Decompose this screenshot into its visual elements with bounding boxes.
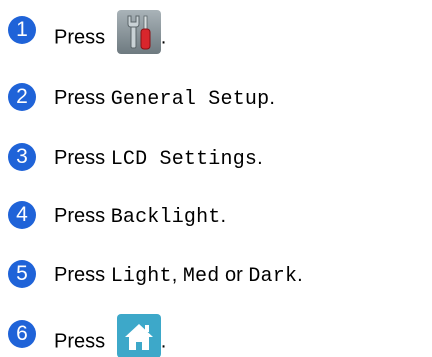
step-number-1: 1	[8, 16, 36, 44]
press-label: Press	[54, 264, 106, 286]
step-6-text: Press .	[54, 314, 166, 357]
step-6: 6 Press .	[0, 314, 432, 357]
step-5-text: Press Light, Med or Dark.	[54, 264, 303, 288]
step-number-4: 4	[8, 201, 36, 229]
step-3: 3 Press LCD Settings.	[0, 143, 432, 183]
home-icon[interactable]	[116, 314, 161, 357]
backlight-button-text[interactable]: Backlight	[111, 206, 221, 229]
step-2: 2 Press General Setup.	[0, 83, 432, 123]
step-number-2: 2	[8, 83, 36, 111]
step-4: 4 Press Backlight.	[0, 201, 432, 241]
tools-icon[interactable]	[116, 10, 161, 54]
med-option-text[interactable]: Med	[183, 265, 220, 288]
press-label: Press	[54, 26, 106, 49]
step-2-text: Press General Setup.	[54, 87, 275, 111]
lcd-settings-button-text[interactable]: LCD Settings	[111, 148, 257, 171]
step-4-text: Press Backlight.	[54, 205, 227, 229]
step-1: 1 Press .	[0, 10, 432, 56]
dark-option-text[interactable]: Dark	[248, 265, 297, 288]
or-text: or	[225, 264, 243, 286]
step-number-3: 3	[8, 143, 36, 171]
step-5: 5 Press Light, Med or Dark.	[0, 260, 432, 300]
press-label: Press	[54, 87, 106, 109]
press-label: Press	[54, 330, 106, 353]
press-label: Press	[54, 147, 106, 169]
step-3-text: Press LCD Settings.	[54, 147, 263, 171]
press-label: Press	[54, 205, 106, 227]
step-number-5: 5	[8, 260, 36, 288]
step-1-text: Press .	[54, 10, 166, 54]
step-number-6: 6	[8, 320, 36, 348]
general-setup-button-text[interactable]: General Setup	[111, 88, 270, 111]
light-option-text[interactable]: Light	[111, 265, 172, 288]
